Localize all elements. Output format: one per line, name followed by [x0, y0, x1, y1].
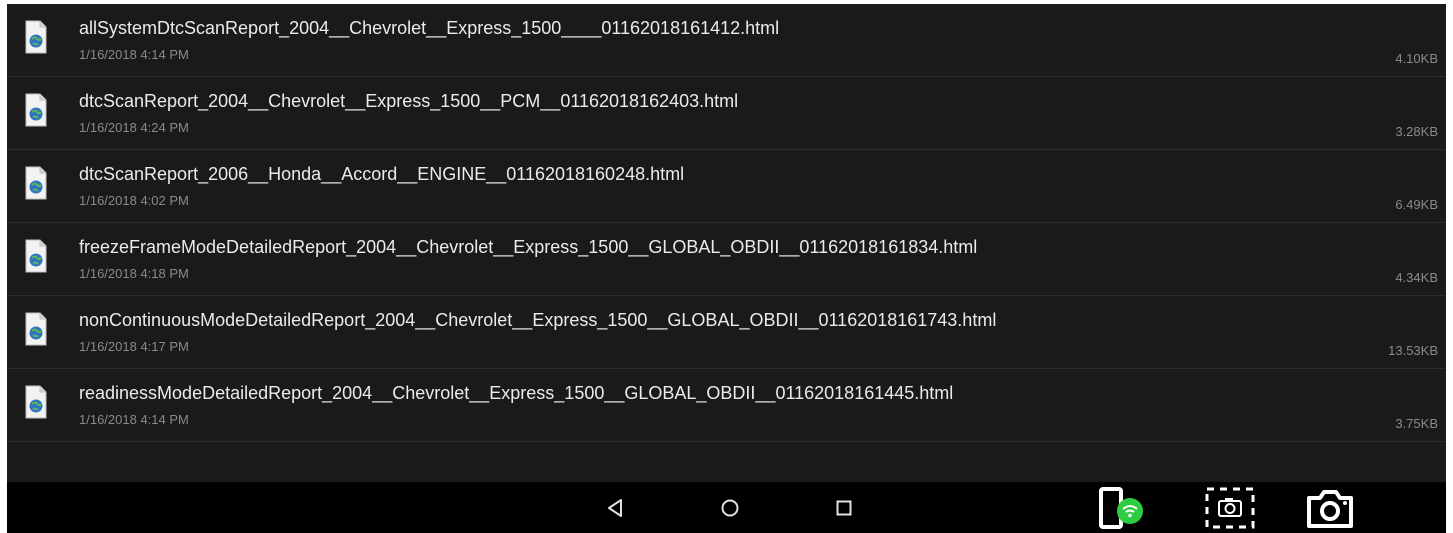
html-file-globe-icon	[25, 239, 47, 273]
file-name: dtcScanReport_2006__Honda__Accord__ENGIN…	[79, 164, 685, 184]
file-name: nonContinuousModeDetailedReport_2004__Ch…	[79, 310, 997, 330]
navigation-bar	[7, 482, 1446, 533]
file-size: 3.28KB	[1395, 124, 1438, 139]
list-item[interactable]: allSystemDtcScanReport_2004__Chevrolet__…	[7, 4, 1446, 77]
file-name: dtcScanReport_2004__Chevrolet__Express_1…	[79, 91, 739, 111]
screen: allSystemDtcScanReport_2004__Chevrolet__…	[7, 4, 1446, 533]
recents-button[interactable]	[829, 482, 859, 533]
file-size: 6.49KB	[1395, 197, 1438, 212]
file-size: 4.34KB	[1395, 270, 1438, 285]
list-item[interactable]: freezeFrameModeDetailedReport_2004__Chev…	[7, 223, 1446, 296]
back-triangle-icon	[608, 498, 622, 517]
wifi-connection-button[interactable]	[1095, 482, 1147, 533]
file-name: freezeFrameModeDetailedReport_2004__Chev…	[79, 237, 978, 257]
file-size: 4.10KB	[1395, 51, 1438, 66]
file-date: 1/16/2018 4:18 PM	[79, 266, 189, 281]
screen-capture-icon	[1205, 487, 1255, 528]
camera-icon	[1307, 489, 1353, 528]
file-size: 13.53KB	[1388, 343, 1438, 358]
list-item[interactable]: readinessModeDetailedReport_2004__Chevro…	[7, 369, 1446, 442]
camera-button[interactable]	[1303, 482, 1357, 533]
home-circle-icon	[721, 499, 739, 516]
phone-wifi-icon	[1099, 486, 1143, 529]
home-button[interactable]	[715, 482, 745, 533]
html-file-globe-icon	[25, 385, 47, 419]
file-list: allSystemDtcScanReport_2004__Chevrolet__…	[7, 4, 1446, 442]
recents-square-icon	[836, 500, 852, 515]
file-size: 3.75KB	[1395, 416, 1438, 431]
list-item[interactable]: dtcScanReport_2004__Chevrolet__Express_1…	[7, 77, 1446, 150]
list-item[interactable]: dtcScanReport_2006__Honda__Accord__ENGIN…	[7, 150, 1446, 223]
file-date: 1/16/2018 4:24 PM	[79, 120, 189, 135]
file-date: 1/16/2018 4:02 PM	[79, 193, 189, 208]
html-file-globe-icon	[25, 312, 47, 346]
html-file-globe-icon	[25, 166, 47, 200]
html-file-globe-icon	[25, 93, 47, 127]
screen-capture-button[interactable]	[1203, 482, 1257, 533]
back-button[interactable]	[600, 482, 630, 533]
file-name: allSystemDtcScanReport_2004__Chevrolet__…	[79, 18, 780, 38]
file-date: 1/16/2018 4:14 PM	[79, 412, 189, 427]
file-date: 1/16/2018 4:14 PM	[79, 47, 189, 62]
list-item[interactable]: nonContinuousModeDetailedReport_2004__Ch…	[7, 296, 1446, 369]
html-file-globe-icon	[25, 20, 47, 54]
file-date: 1/16/2018 4:17 PM	[79, 339, 189, 354]
file-name: readinessModeDetailedReport_2004__Chevro…	[79, 383, 954, 403]
